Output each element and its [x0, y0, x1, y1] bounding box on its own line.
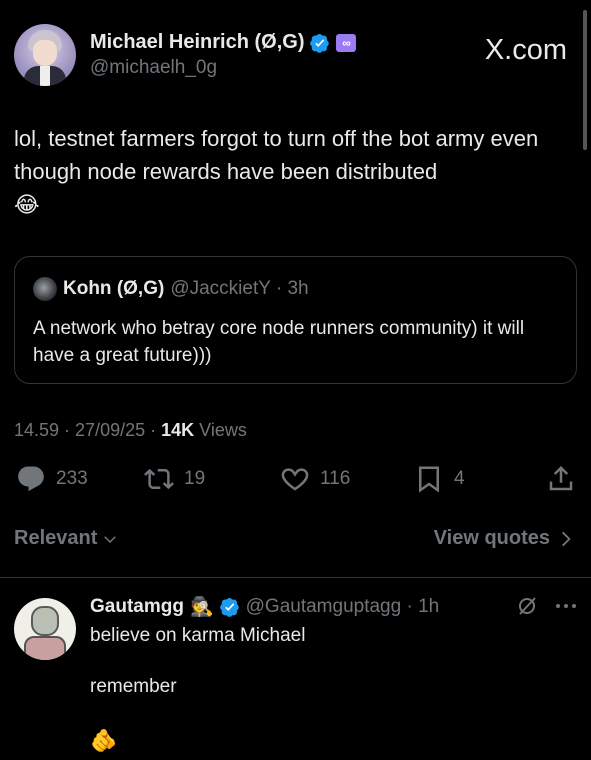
- view-quotes-link[interactable]: View quotes: [434, 527, 574, 550]
- reply-author-name[interactable]: Gautamgg: [90, 596, 184, 618]
- like-button[interactable]: 116: [280, 464, 350, 494]
- relevant-dropdown[interactable]: Relevant: [14, 527, 119, 550]
- post-meta: 14.59 · 27/09/25 · 14K Views: [14, 420, 247, 441]
- detective-emoji-icon: 🕵: [189, 597, 214, 618]
- repost-button[interactable]: 19: [144, 464, 205, 494]
- action-bar: 233 19 116 4: [14, 464, 579, 500]
- reply-icons: [515, 594, 577, 618]
- reply-post[interactable]: Gautamgg 🕵 @Gautamguptagg · 1h believe o…: [0, 578, 591, 760]
- reply-text-line2: remember: [90, 676, 177, 697]
- verified-icon: [219, 598, 239, 617]
- chevron-right-icon: [562, 531, 571, 546]
- share-icon: [549, 465, 573, 491]
- reply-filter-row: Relevant View quotes: [14, 527, 574, 555]
- author-name-row: Michael Heinrich (Ø,G) ∞: [90, 31, 357, 54]
- post-body: lol, testnet farmers forgot to turn off …: [14, 126, 539, 184]
- timestamp[interactable]: 14.59 · 27/09/25 ·: [14, 420, 156, 440]
- repost-count: 19: [184, 468, 206, 489]
- post-header: Michael Heinrich (Ø,G) ∞ @michaelh_0g X.…: [12, 24, 571, 88]
- reply-author-avatar[interactable]: [14, 598, 76, 660]
- pointing-emoji-icon: 🫵: [90, 728, 118, 753]
- bookmark-icon: [419, 466, 439, 493]
- view-quotes-label: View quotes: [433, 527, 550, 549]
- verified-icon: [310, 33, 330, 53]
- laughing-emoji-icon: 😂: [14, 192, 40, 217]
- quoted-author-name: Kohn (Ø,G): [63, 278, 165, 299]
- relevant-label: Relevant: [14, 527, 98, 549]
- chevron-down-icon: [104, 535, 117, 543]
- quoted-author-meta: @JacckietY · 3h: [170, 278, 309, 299]
- like-count: 116: [320, 468, 351, 489]
- author-handle[interactable]: @michaelh_0g: [90, 57, 217, 79]
- views-count: 14K: [161, 420, 195, 440]
- heart-icon: [281, 468, 309, 491]
- reply-text: believe on karma Michael: [90, 625, 306, 646]
- scrollbar[interactable]: [583, 10, 587, 150]
- share-button[interactable]: [546, 464, 576, 494]
- quoted-post-header: Kohn (Ø,G) @JacckietY · 3h: [33, 277, 309, 301]
- infinity-badge-icon: ∞: [336, 33, 357, 52]
- quoted-post-text: A network who betray core node runners c…: [33, 318, 525, 366]
- reply-button[interactable]: 233: [16, 464, 88, 494]
- author-avatar[interactable]: [14, 24, 76, 86]
- reply-author-meta: @Gautamguptagg · 1h: [245, 596, 440, 617]
- reply-count: 233: [56, 468, 88, 489]
- bookmark-count: 4: [454, 468, 465, 489]
- quoted-post[interactable]: Kohn (Ø,G) @JacckietY · 3h A network who…: [14, 256, 577, 384]
- reply-header: Gautamgg 🕵 @Gautamguptagg · 1h: [90, 595, 439, 619]
- post-text: lol, testnet farmers forgot to turn off …: [14, 122, 574, 221]
- quoted-author-avatar: [33, 277, 57, 301]
- x-com-watermark: X.com: [484, 34, 567, 66]
- author-display-name[interactable]: Michael Heinrich (Ø,G): [90, 31, 304, 54]
- grok-icon[interactable]: [515, 594, 539, 618]
- reply-icon: [18, 466, 44, 492]
- bookmark-button[interactable]: 4: [414, 464, 465, 494]
- views-label: Views: [199, 420, 247, 440]
- repost-icon: [144, 468, 174, 490]
- more-icon[interactable]: [555, 602, 577, 610]
